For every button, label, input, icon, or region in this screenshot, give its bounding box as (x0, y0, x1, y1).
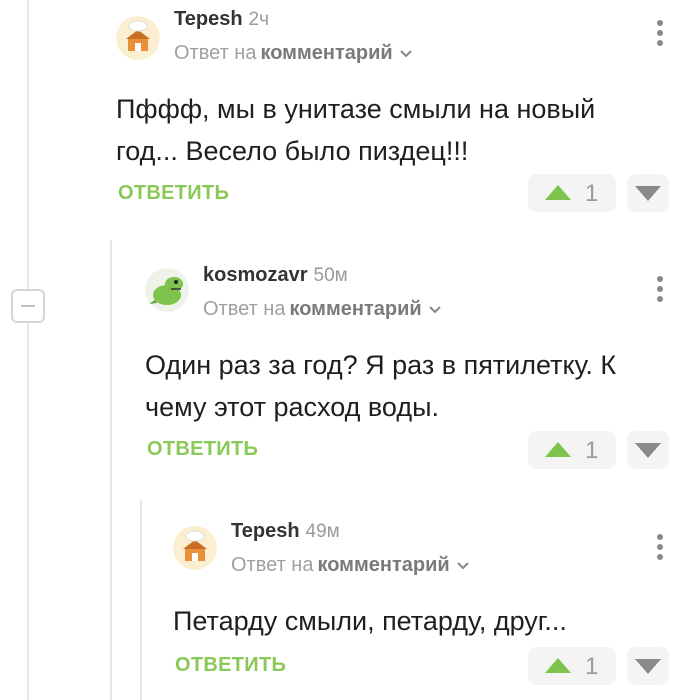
upvote-button[interactable]: 1 (528, 647, 616, 685)
comment-text-line: Один раз за год? Я раз в пятилетку. К (145, 350, 617, 380)
chevron-down-icon (456, 562, 469, 570)
reply-button[interactable]: ОТВЕТИТЬ (175, 654, 286, 677)
reply-to-prefix: Ответ на (231, 554, 314, 576)
comment-text-line: Пффф, мы в унитазе смыли на новый (116, 94, 596, 124)
chef-house-icon (173, 526, 217, 570)
kebab-menu-icon[interactable] (657, 20, 663, 50)
vote-count: 1 (585, 180, 599, 207)
arrow-up-icon (545, 658, 571, 673)
comment: Tepesh 2ч Ответ на комментарий Пффф, мы в … (116, 8, 696, 218)
chevron-down-icon (428, 306, 441, 314)
comment-time: 50м (313, 265, 348, 286)
comment-text: Петарду смыли, петарду, друг... (173, 600, 683, 642)
arrow-down-icon (635, 186, 661, 201)
upvote-button[interactable]: 1 (528, 174, 616, 212)
comment-text-line: год... Весело было пиздец!!! (116, 136, 469, 166)
author-name-text: kosmozavr (203, 264, 308, 286)
reply-button[interactable]: ОТВЕТИТЬ (147, 438, 258, 461)
reply-to-prefix: Ответ на (203, 298, 286, 320)
reply-to-target: комментарий (289, 298, 422, 320)
reply-to-prefix: Ответ на (174, 42, 257, 64)
comment-text-line: чему этот расход воды. (145, 392, 440, 422)
vote-count: 1 (585, 653, 599, 680)
comment-text: Пффф, мы в унитазе смыли на новый год...… (116, 88, 686, 172)
downvote-button[interactable] (627, 431, 669, 469)
author-name[interactable]: Tepesh 2ч (174, 8, 269, 31)
comment-text: Один раз за год? Я раз в пятилетку. К че… (145, 344, 685, 428)
downvote-button[interactable] (627, 647, 669, 685)
downvote-button[interactable] (627, 174, 669, 212)
chef-house-icon (116, 16, 160, 60)
reply-to-target: комментарий (317, 554, 450, 576)
reply-to-link[interactable]: Ответ на комментарий (203, 298, 442, 321)
thread-line-level-1 (110, 240, 112, 700)
arrow-down-icon (635, 659, 661, 674)
avatar[interactable] (116, 16, 160, 60)
comment: kosmozavr 50м Ответ на комментарий Один ра… (145, 264, 695, 474)
chevron-down-icon (399, 50, 412, 58)
green-dinosaur-icon (145, 268, 189, 312)
arrow-down-icon (635, 443, 661, 458)
arrow-up-icon (545, 442, 571, 457)
author-name-text: Tepesh (174, 8, 243, 30)
kebab-menu-icon[interactable] (657, 534, 663, 564)
avatar[interactable] (173, 526, 217, 570)
thread-line-level-2 (140, 500, 142, 700)
vote-count: 1 (585, 437, 599, 464)
upvote-button[interactable]: 1 (528, 431, 616, 469)
collapse-thread-button[interactable] (11, 289, 45, 323)
reply-button[interactable]: ОТВЕТИТЬ (118, 182, 229, 205)
comment-time: 49м (305, 521, 340, 542)
author-name-text: Tepesh (231, 520, 300, 542)
comment-text-line: Петарду смыли, петарду, друг... (173, 606, 567, 636)
comment: Tepesh 49м Ответ на комментарий Петарду см… (173, 520, 695, 700)
reply-to-target: комментарий (260, 42, 393, 64)
reply-to-link[interactable]: Ответ на комментарий (231, 554, 470, 577)
author-name[interactable]: Tepesh 49м (231, 520, 340, 543)
thread-line-level-0 (27, 0, 29, 700)
kebab-menu-icon[interactable] (657, 276, 663, 306)
avatar[interactable] (145, 268, 189, 312)
comment-time: 2ч (248, 9, 270, 30)
arrow-up-icon (545, 185, 571, 200)
reply-to-link[interactable]: Ответ на комментарий (174, 42, 413, 65)
author-name[interactable]: kosmozavr 50м (203, 264, 348, 287)
